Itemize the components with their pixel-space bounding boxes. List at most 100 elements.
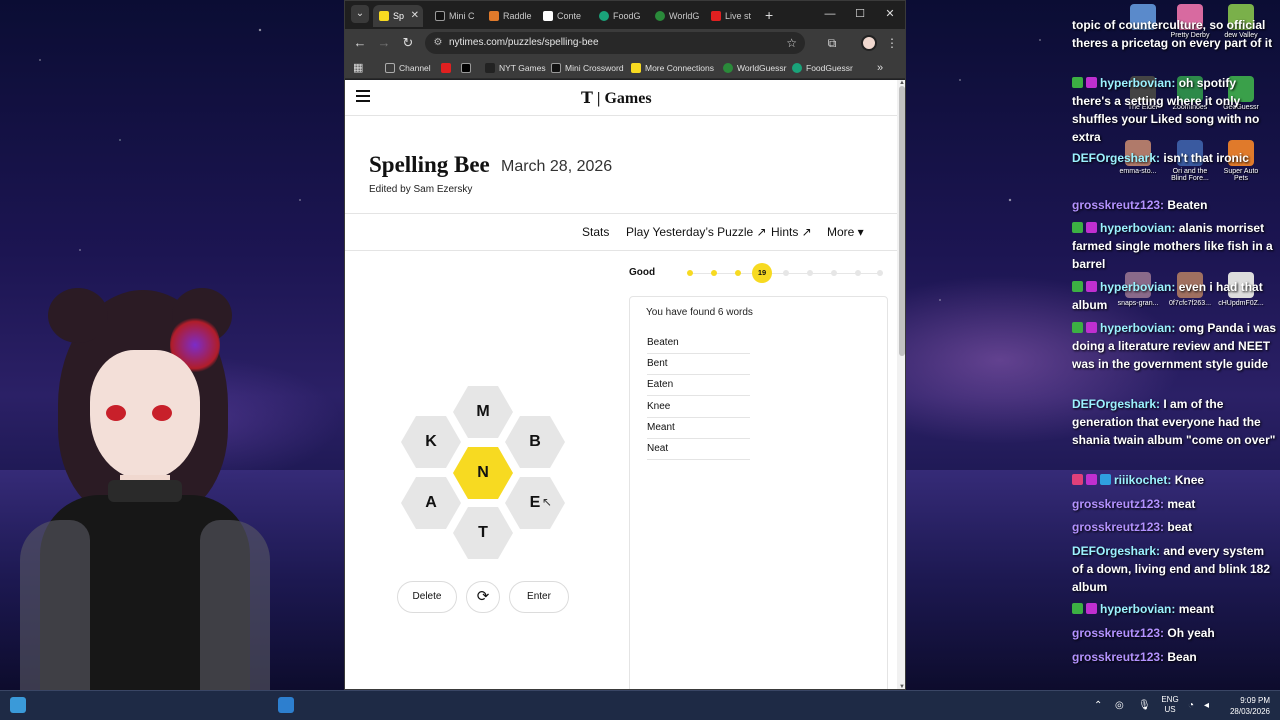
tab-live-stream[interactable]: Live st: [705, 5, 755, 27]
foodguessr-icon: [599, 11, 609, 21]
bookmark-star-icon[interactable]: ☆: [786, 32, 797, 54]
found-words-count: You have found 6 words: [646, 307, 753, 318]
microphone-icon[interactable]: 🎙: [1138, 691, 1151, 720]
star-badge-icon: [1086, 474, 1097, 485]
menu-kebab-icon[interactable]: ⋮: [883, 34, 901, 52]
wifi-icon[interactable]: ◔: [1188, 691, 1194, 720]
header-divider: [345, 115, 897, 116]
chat-message: DEFOrgeshark: I am of the generation tha…: [1072, 397, 1276, 447]
found-word: Beaten: [647, 335, 750, 354]
hive-cell-bottom-right[interactable]: E: [505, 477, 565, 529]
close-tab-icon[interactable]: ✕: [411, 5, 419, 27]
volume-icon[interactable]: ◂: [1204, 691, 1209, 720]
progress-dot: [855, 270, 861, 276]
tab-foodguessr[interactable]: FoodG: [593, 5, 647, 27]
rank-label: Good: [629, 267, 656, 278]
youtube-icon: [441, 63, 451, 73]
sub-badge-icon: [1086, 281, 1097, 292]
windows-start-icon[interactable]: [10, 697, 26, 713]
hive-cell-bottom-left[interactable]: A: [401, 477, 461, 529]
profile-avatar[interactable]: [861, 35, 877, 51]
nyt-games-logo[interactable]: T | Games: [581, 88, 652, 108]
enter-button[interactable]: Enter: [509, 581, 569, 613]
title-divider: [345, 213, 897, 214]
delete-button[interactable]: Delete: [397, 581, 457, 613]
progress-dot: [735, 270, 741, 276]
progress-dot: [711, 270, 717, 276]
chat-message: riiikochet: Knee: [1072, 471, 1278, 489]
found-word: Neat: [647, 441, 750, 460]
sub-badge-icon: [1086, 322, 1097, 333]
sub-badge-icon: [1086, 222, 1097, 233]
minimize-icon[interactable]: —: [820, 5, 840, 23]
found-word: Bent: [647, 356, 750, 375]
bee-icon: [379, 11, 389, 21]
spelling-bee-page: T | Games Spelling Bee March 28, 2026 Ed…: [345, 80, 897, 689]
tray-app-icon[interactable]: ◎: [1115, 691, 1124, 720]
chat-message: topic of counterculture, so official the…: [1072, 18, 1273, 50]
more-bookmarks-icon[interactable]: »: [877, 57, 883, 79]
back-icon[interactable]: ←: [351, 34, 369, 52]
shuffle-icon[interactable]: ⟳: [466, 581, 500, 613]
bookmark-more-connections[interactable]: More Connections: [631, 57, 714, 79]
foodguessr-icon: [792, 63, 802, 73]
score-badge[interactable]: 19: [752, 263, 772, 283]
close-window-icon[interactable]: ✕: [880, 5, 900, 23]
connections-icon: [631, 63, 641, 73]
reload-icon[interactable]: ↻: [399, 34, 417, 52]
nyt-icon: [485, 63, 495, 73]
tray-chevron-icon[interactable]: ⌃: [1094, 691, 1102, 720]
extensions-icon[interactable]: ⧉: [823, 34, 841, 52]
crown-badge-icon: [1100, 474, 1111, 485]
puzzle-date: March 28, 2026: [501, 158, 613, 175]
tab-worldguessr[interactable]: WorldG: [649, 5, 703, 27]
play-yesterday-link[interactable]: Play Yesterday’s Puzzle ↗: [626, 225, 767, 239]
progress-dot: [831, 270, 837, 276]
nyt-icon: [551, 63, 561, 73]
tab-contexto[interactable]: Conte: [537, 5, 591, 27]
tab-raddle[interactable]: Raddle: [483, 5, 535, 27]
url-text[interactable]: nytimes.com/puzzles/spelling-bee: [449, 32, 599, 54]
hive-cell-bottom[interactable]: T: [453, 507, 513, 559]
chat-message: grosskreutz123: beat: [1072, 520, 1193, 534]
stats-link[interactable]: Stats: [582, 225, 609, 239]
forward-icon[interactable]: →: [375, 34, 393, 52]
language-indicator[interactable]: ENG US: [1160, 695, 1180, 715]
verified-badge-icon: [1072, 222, 1083, 233]
bookmark-foodguessr[interactable]: FoodGuessr: [792, 57, 853, 79]
more-menu[interactable]: More ▾: [827, 225, 864, 239]
scrollbar-thumb[interactable]: [899, 86, 905, 356]
page-scrollbar[interactable]: ▲ ▼: [897, 80, 905, 689]
bookmark-worldguessr[interactable]: WorldGuessr: [723, 57, 786, 79]
pinned-app-icon[interactable]: [278, 697, 294, 713]
scroll-down-icon[interactable]: ▼: [898, 683, 905, 689]
tab-mini-crossword[interactable]: Mini C: [429, 5, 481, 27]
vtuber-avatar: [20, 288, 270, 720]
tab-spelling-bee[interactable]: Sp ✕: [373, 5, 423, 27]
hamburger-menu-icon[interactable]: [356, 90, 370, 102]
site-info-icon[interactable]: ⚙: [431, 36, 445, 50]
apps-grid-icon[interactable]: ▦: [353, 61, 363, 75]
hints-link[interactable]: Hints ↗: [771, 225, 812, 239]
hive-cell-top[interactable]: M: [453, 386, 513, 438]
tab-search-icon[interactable]: ⌄: [351, 5, 369, 23]
verified-badge-icon: [1072, 281, 1083, 292]
bookmark-channel[interactable]: Channel: [385, 57, 431, 79]
youtube-icon: [711, 11, 721, 21]
chat-message: hyperbovian: even i had that album: [1072, 280, 1263, 312]
chat-message: grosskreutz123: meat: [1072, 497, 1196, 511]
chat-message: grosskreutz123: Oh yeah: [1072, 626, 1215, 640]
browser-window: ⌄ Sp ✕ Mini C Raddle Conte FoodG WorldG: [344, 0, 906, 690]
address-bar[interactable]: ⚙ nytimes.com/puzzles/spelling-bee ☆: [425, 32, 805, 54]
hive-cell-top-left[interactable]: K: [401, 416, 461, 468]
found-words-panel[interactable]: You have found 6 words Beaten Bent Eaten…: [629, 296, 888, 689]
system-clock[interactable]: 9:09 PM 28/03/2026: [1218, 695, 1270, 717]
hive-cell-center[interactable]: N: [453, 447, 513, 499]
new-tab-icon[interactable]: +: [765, 5, 773, 25]
sub-badge-icon: [1086, 603, 1097, 614]
maximize-icon[interactable]: ☐: [850, 5, 870, 23]
bookmark-mini-crossword[interactable]: Mini Crossword: [551, 57, 624, 79]
bookmark-nyt-games[interactable]: NYT Games: [485, 57, 546, 79]
hive-cell-top-right[interactable]: B: [505, 416, 565, 468]
raddle-icon: [489, 11, 499, 21]
